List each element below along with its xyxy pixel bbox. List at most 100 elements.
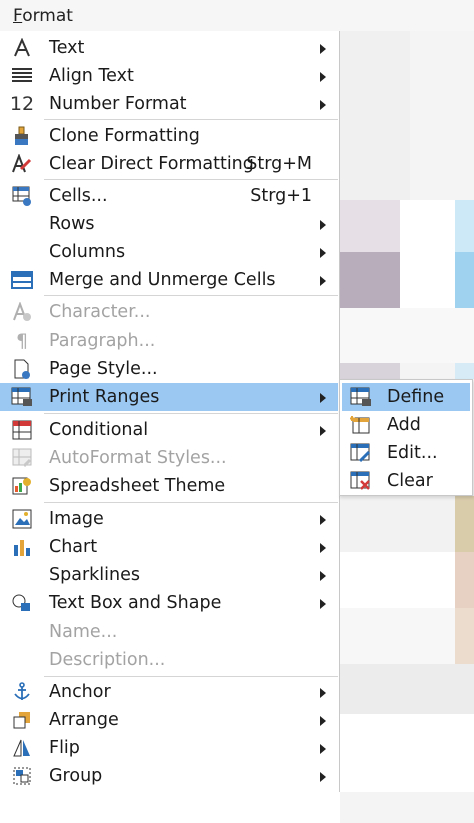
character-icon (11, 302, 33, 322)
format-menu: Text Align Text 12 Number Format Clone F… (0, 31, 340, 792)
submenu-item-add[interactable]: Add (342, 411, 470, 439)
menu-item-print-ranges[interactable]: Print Ranges (0, 383, 338, 411)
submenu-arrow-icon (320, 100, 326, 110)
menu-item-label: AutoFormat Styles... (49, 448, 227, 468)
paintbrush-icon (11, 126, 33, 146)
menu-item-columns[interactable]: Columns (0, 238, 338, 266)
submenu-arrow-icon (320, 44, 326, 54)
submenu-item-label: Add (387, 415, 421, 435)
menu-item-description: Description... (0, 646, 338, 674)
cells-icon (11, 186, 33, 206)
edit-range-icon (350, 443, 372, 463)
menu-item-label: Align Text (49, 66, 134, 86)
submenu-arrow-icon (320, 744, 326, 754)
menu-item-text[interactable]: Text (0, 34, 338, 62)
menu-item-label: Sparklines (49, 565, 140, 585)
submenu-arrow-icon (320, 688, 326, 698)
clear-format-icon (11, 154, 33, 174)
text-A-icon (11, 38, 33, 58)
menu-item-label: Paragraph... (49, 331, 156, 351)
menu-item-label: Flip (49, 738, 80, 758)
submenu-item-define[interactable]: Define (342, 383, 470, 411)
menu-item-chart[interactable]: Chart (0, 533, 338, 561)
submenu-arrow-icon (320, 543, 326, 553)
menu-item-anchor[interactable]: Anchor (0, 678, 338, 706)
menu-item-label: Anchor (49, 682, 111, 702)
menu-item-arrange[interactable]: Arrange (0, 706, 338, 734)
format-mnemonic: F (13, 6, 23, 26)
anchor-icon (11, 682, 33, 702)
chart-icon (11, 537, 33, 557)
submenu-item-edit[interactable]: Edit... (342, 439, 470, 467)
menu-item-label: Arrange (49, 710, 119, 730)
page-style-icon (11, 359, 33, 379)
menu-item-cells[interactable]: Cells... Strg+1 (0, 182, 338, 210)
menu-item-autoformat-styles: AutoFormat Styles... (0, 444, 338, 472)
submenu-item-label: Edit... (387, 443, 438, 463)
print-ranges-submenu: Define Add Edit... Clear (339, 379, 473, 496)
menu-item-text-box-and-shape[interactable]: Text Box and Shape (0, 589, 338, 617)
menu-item-label: Chart (49, 537, 98, 557)
menu-item-label: Conditional (49, 420, 149, 440)
menu-item-label: Image (49, 509, 104, 529)
menu-item-label: Text (49, 38, 85, 58)
menu-item-character: Character... (0, 298, 338, 326)
menu-item-label: Number Format (49, 94, 187, 114)
merge-cells-icon (11, 270, 33, 290)
menu-item-image[interactable]: Image (0, 505, 338, 533)
submenu-arrow-icon (320, 72, 326, 82)
menu-item-group[interactable]: Group (0, 762, 338, 790)
menu-separator (44, 295, 338, 296)
submenu-item-clear[interactable]: Clear (342, 467, 470, 495)
menubar-format[interactable]: Format (13, 6, 73, 26)
menu-item-flip[interactable]: Flip (0, 734, 338, 762)
menu-item-spreadsheet-theme[interactable]: Spreadsheet Theme (0, 472, 338, 500)
paragraph-icon: ¶ (15, 330, 29, 352)
menu-separator (44, 179, 338, 180)
arrange-icon (11, 710, 33, 730)
menu-item-label: Clear Direct Formatting (49, 154, 254, 174)
menu-item-label: Description... (49, 650, 166, 670)
menu-item-conditional[interactable]: Conditional (0, 416, 338, 444)
menu-item-align-text[interactable]: Align Text (0, 62, 338, 90)
menu-item-sparklines[interactable]: Sparklines (0, 561, 338, 589)
submenu-arrow-icon (320, 515, 326, 525)
submenu-arrow-icon (320, 571, 326, 581)
menu-item-clear-direct-formatting[interactable]: Clear Direct Formatting Strg+M (0, 150, 338, 178)
menu-separator (44, 413, 338, 414)
align-lines-icon (11, 66, 33, 86)
submenu-arrow-icon (320, 393, 326, 403)
number-12-icon: 12 (9, 93, 35, 115)
clear-range-icon (350, 471, 372, 491)
menu-item-merge-cells[interactable]: Merge and Unmerge Cells (0, 266, 338, 294)
menu-item-page-style[interactable]: Page Style... (0, 355, 338, 383)
submenu-arrow-icon (320, 716, 326, 726)
menu-item-label: Character... (49, 302, 151, 322)
menu-separator (44, 119, 338, 120)
menu-item-label: Cells... (49, 186, 108, 206)
menu-item-rows[interactable]: Rows (0, 210, 338, 238)
menu-item-label: Text Box and Shape (49, 593, 222, 613)
menu-separator (44, 676, 338, 677)
shape-icon (11, 593, 33, 613)
menu-item-name: Name... (0, 618, 338, 646)
menu-item-label: Rows (49, 214, 95, 234)
menu-item-label: Group (49, 766, 103, 786)
group-icon (11, 766, 33, 786)
menu-item-clone-formatting[interactable]: Clone Formatting (0, 122, 338, 150)
menu-item-label: Spreadsheet Theme (49, 476, 226, 496)
menubar: Format (0, 0, 340, 31)
menu-shortcut: Strg+1 (250, 186, 312, 206)
menu-shortcut: Strg+M (246, 154, 312, 174)
submenu-arrow-icon (320, 426, 326, 436)
flip-icon (11, 738, 33, 758)
add-range-icon (350, 415, 372, 435)
menu-item-number-format[interactable]: 12 Number Format (0, 90, 338, 118)
menu-item-label: Clone Formatting (49, 126, 200, 146)
submenu-arrow-icon (320, 276, 326, 286)
submenu-item-label: Define (387, 387, 445, 407)
menu-item-label: Page Style... (49, 359, 158, 379)
menu-item-paragraph: ¶ Paragraph... (0, 327, 338, 355)
submenu-arrow-icon (320, 220, 326, 230)
print-ranges-icon (11, 387, 33, 407)
